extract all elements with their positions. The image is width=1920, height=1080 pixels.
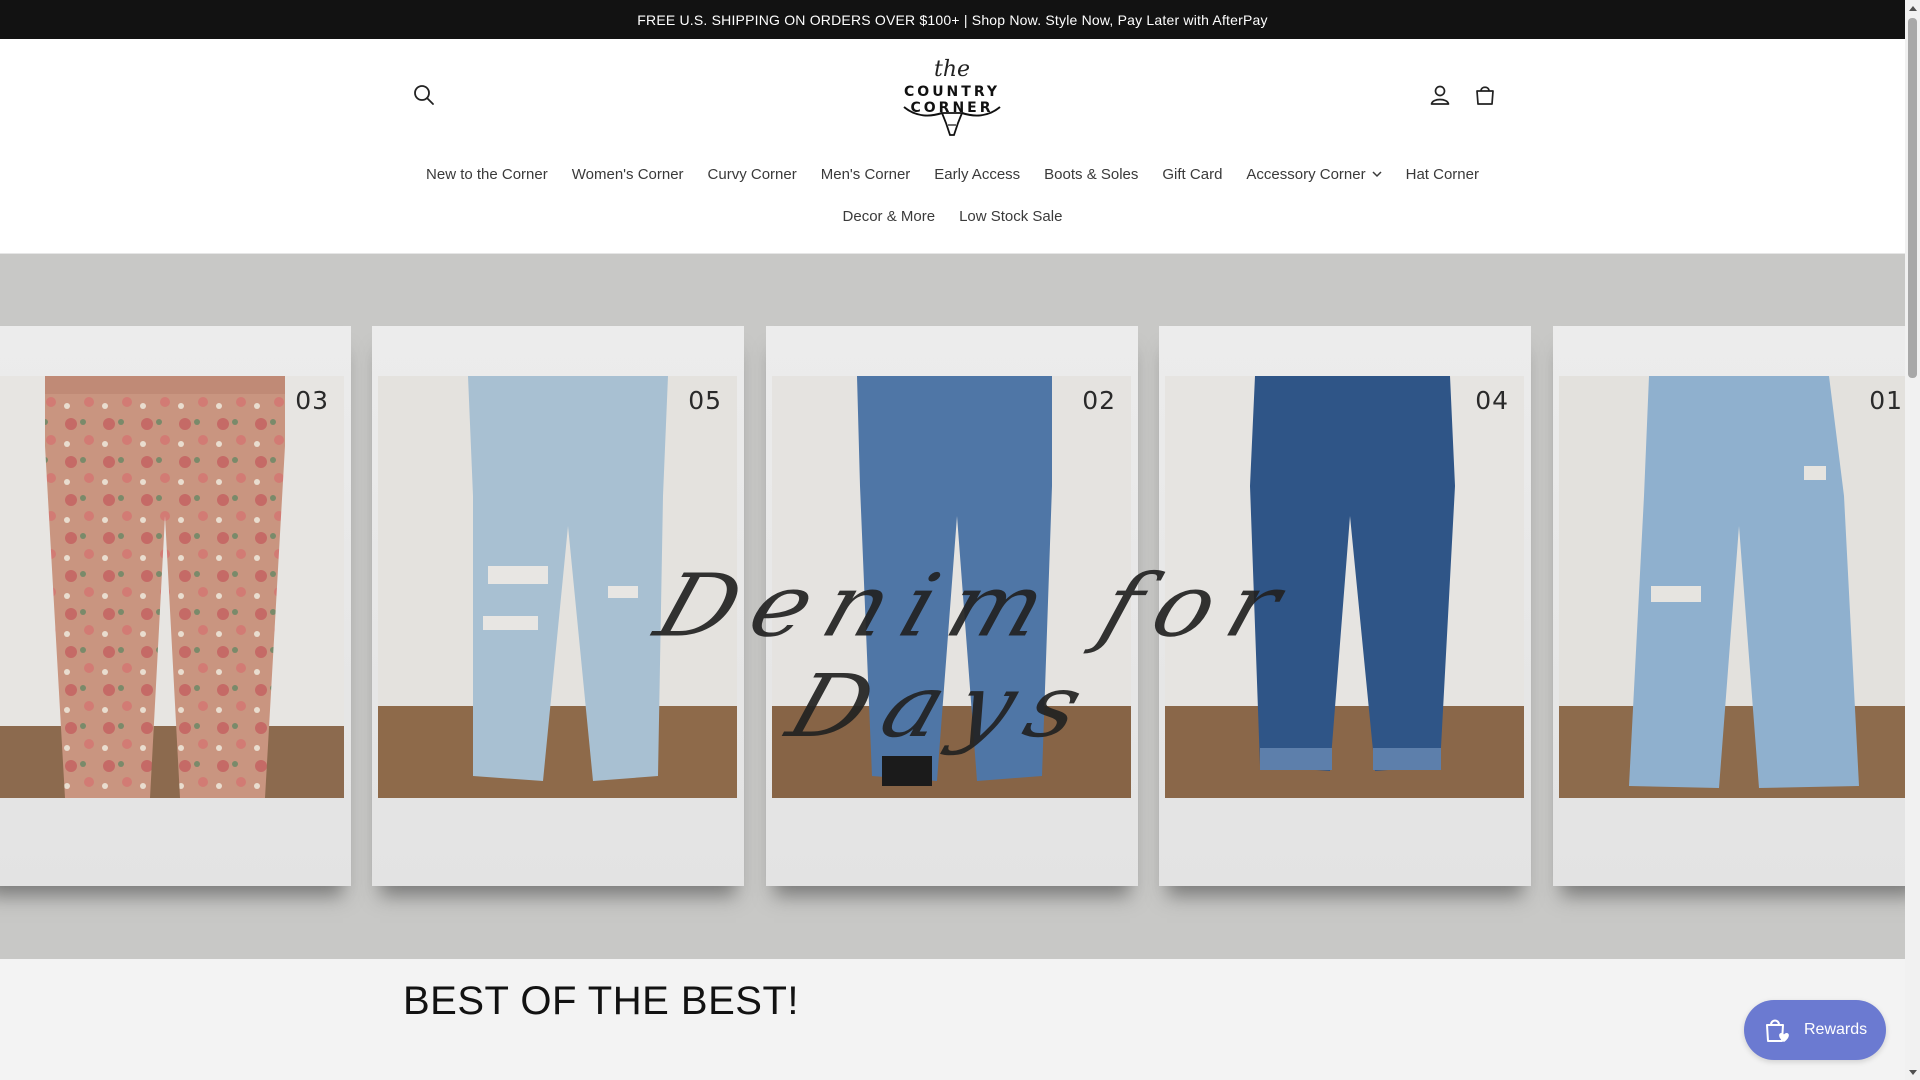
card-number: 02: [1082, 386, 1116, 415]
product-photo: [0, 376, 344, 798]
card-number: 03: [295, 386, 329, 415]
card-number: 05: [688, 386, 722, 415]
cart-button[interactable]: [1465, 75, 1505, 115]
nav-item-curvy-corner[interactable]: Curvy Corner: [696, 161, 809, 187]
nav-item-accessory-corner[interactable]: Accessory Corner: [1234, 161, 1393, 187]
account-icon: [1430, 85, 1450, 105]
chevron-down-icon: [1372, 170, 1382, 178]
site-header: the COUNTRY CORNER New to the Corner Wom…: [0, 39, 1905, 254]
search-icon: [414, 85, 434, 105]
logo-script: the: [933, 57, 971, 82]
product-photo: [1559, 376, 1905, 798]
main-nav-row-1: New to the Corner Women's Corner Curvy C…: [0, 161, 1905, 187]
shopping-bag-heart-icon: [1766, 1019, 1789, 1042]
nav-item-low-stock-sale[interactable]: Low Stock Sale: [947, 203, 1074, 229]
nav-item-hat-corner[interactable]: Hat Corner: [1394, 161, 1491, 187]
scroll-down-arrow-icon[interactable]: [1905, 1065, 1920, 1080]
nav-item-womens-corner[interactable]: Women's Corner: [560, 161, 696, 187]
announcement-bar: FREE U.S. SHIPPING ON ORDERS OVER $100+ …: [0, 0, 1905, 39]
product-card: 01: [1553, 326, 1905, 886]
nav-item-new-to-the-corner[interactable]: New to the Corner: [414, 161, 560, 187]
nav-item-decor-more[interactable]: Decor & More: [831, 203, 948, 229]
account-button[interactable]: [1420, 75, 1460, 115]
featured-section: BEST OF THE BEST!: [0, 959, 1905, 1080]
main-nav-row-2: Decor & More Low Stock Sale: [0, 203, 1905, 229]
rewards-button[interactable]: Rewards: [1744, 1000, 1886, 1060]
longhorn-icon: [903, 106, 1001, 136]
nav-item-accessory-corner-label: Accessory Corner: [1246, 165, 1366, 183]
page-scrollbar[interactable]: [1905, 0, 1920, 1080]
nav-item-boots-soles[interactable]: Boots & Soles: [1032, 161, 1150, 187]
announcement-text: FREE U.S. SHIPPING ON ORDERS OVER $100+ …: [637, 11, 1268, 28]
hero-title: Denim for Days: [644, 555, 1309, 757]
hero-banner[interactable]: 03 05 02 04 01 Denim for Days: [0, 254, 1905, 959]
card-number: 01: [1869, 386, 1903, 415]
card-number: 04: [1475, 386, 1509, 415]
nav-item-mens-corner[interactable]: Men's Corner: [809, 161, 923, 187]
scrollbar-thumb[interactable]: [1908, 18, 1917, 378]
search-button[interactable]: [404, 75, 444, 115]
section-heading: BEST OF THE BEST!: [403, 979, 799, 1023]
cart-icon: [1476, 86, 1494, 105]
scroll-up-arrow-icon[interactable]: [1905, 0, 1920, 15]
product-card: 03: [0, 326, 351, 886]
nav-item-early-access[interactable]: Early Access: [922, 161, 1032, 187]
site-logo[interactable]: the COUNTRY CORNER: [862, 57, 1042, 136]
nav-item-gift-card[interactable]: Gift Card: [1150, 161, 1234, 187]
rewards-label: Rewards: [1804, 1021, 1868, 1038]
